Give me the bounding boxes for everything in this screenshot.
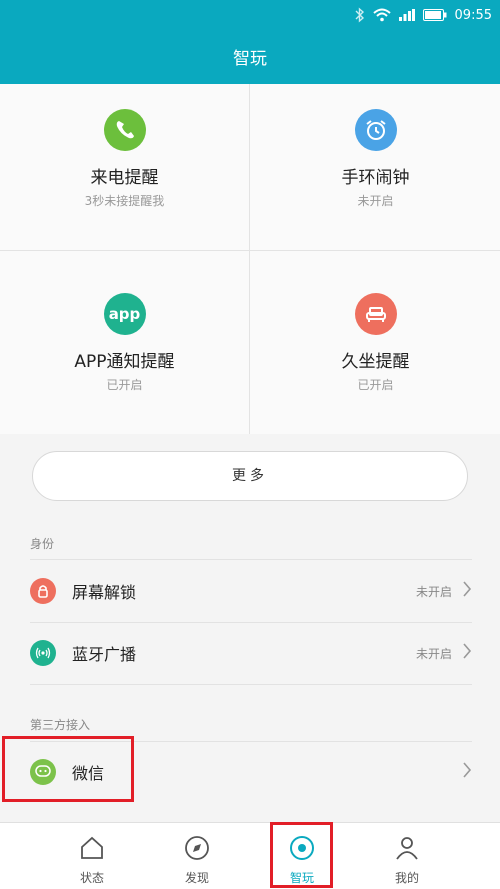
nav-item-status[interactable]: 状态 [32, 823, 152, 889]
nav-item-discover[interactable]: 发现 [137, 823, 257, 889]
broadcast-icon [30, 640, 56, 666]
alarm-clock-icon [354, 109, 397, 151]
home-icon [32, 833, 152, 863]
app-header: 09:55 智玩 [0, 0, 500, 84]
status-bar: 09:55 [355, 4, 492, 26]
chevron-right-icon [462, 761, 472, 783]
nav-label: 状态 [79, 871, 104, 885]
row-bluetooth-broadcast[interactable]: 蓝牙广播 未开启 [30, 623, 472, 683]
status-time: 09:55 [454, 7, 492, 23]
highlight-box-wechat [2, 736, 134, 802]
feature-grid: 来电提醒 3秒未接提醒我 手环闹钟 未开启 app APP通知提醒 已开启 久坐… [0, 84, 500, 434]
person-icon [347, 833, 467, 863]
wifi-icon [372, 8, 391, 22]
row-status: 未开启 [415, 646, 452, 661]
tile-label: 来电提醒 [90, 168, 159, 188]
tile-status: 3秒未接提醒我 [84, 194, 165, 208]
compass-icon [137, 833, 257, 863]
bluetooth-icon [355, 7, 365, 23]
grid-divider-vertical [249, 84, 250, 434]
lock-icon [30, 578, 56, 604]
tile-status: 已开启 [106, 378, 143, 392]
sofa-icon [354, 293, 397, 335]
row-status: 未开启 [415, 584, 452, 599]
tile-label: 手环闹钟 [341, 168, 410, 188]
row-label: 蓝牙广播 [72, 645, 137, 664]
tile-sedentary-reminder[interactable]: 久坐提醒 已开启 [251, 268, 500, 442]
tile-call-reminder[interactable]: 来电提醒 3秒未接提醒我 [0, 84, 249, 258]
signal-icon [398, 9, 415, 21]
tile-status: 已开启 [357, 378, 394, 392]
app-icon: app [103, 293, 146, 335]
grid-divider-horizontal [0, 250, 500, 251]
bottom-nav: 状态 发现 智玩 我的 [0, 822, 500, 889]
chevron-right-icon [462, 580, 472, 602]
tile-label: APP通知提醒 [74, 352, 175, 372]
nav-label: 发现 [184, 871, 209, 885]
section-title-third-party: 第三方接入 [30, 718, 91, 732]
chevron-right-icon [462, 642, 472, 664]
tile-label: 久坐提醒 [341, 352, 410, 372]
tile-app-notification[interactable]: app APP通知提醒 已开启 [0, 268, 249, 442]
row-screen-unlock[interactable]: 屏幕解锁 未开启 [30, 561, 472, 621]
tile-band-alarm[interactable]: 手环闹钟 未开启 [251, 84, 500, 258]
nav-label: 我的 [394, 871, 419, 885]
tile-status: 未开启 [357, 194, 394, 208]
page-title: 智玩 [233, 49, 267, 69]
battery-icon [422, 9, 447, 21]
highlight-box-nav [270, 822, 333, 888]
divider [30, 684, 472, 685]
section-title-identity: 身份 [30, 537, 55, 551]
row-label: 屏幕解锁 [72, 583, 137, 602]
nav-item-mine[interactable]: 我的 [347, 823, 467, 889]
more-button[interactable]: 更多 [32, 451, 468, 501]
divider [30, 559, 472, 560]
phone-icon [103, 109, 146, 151]
